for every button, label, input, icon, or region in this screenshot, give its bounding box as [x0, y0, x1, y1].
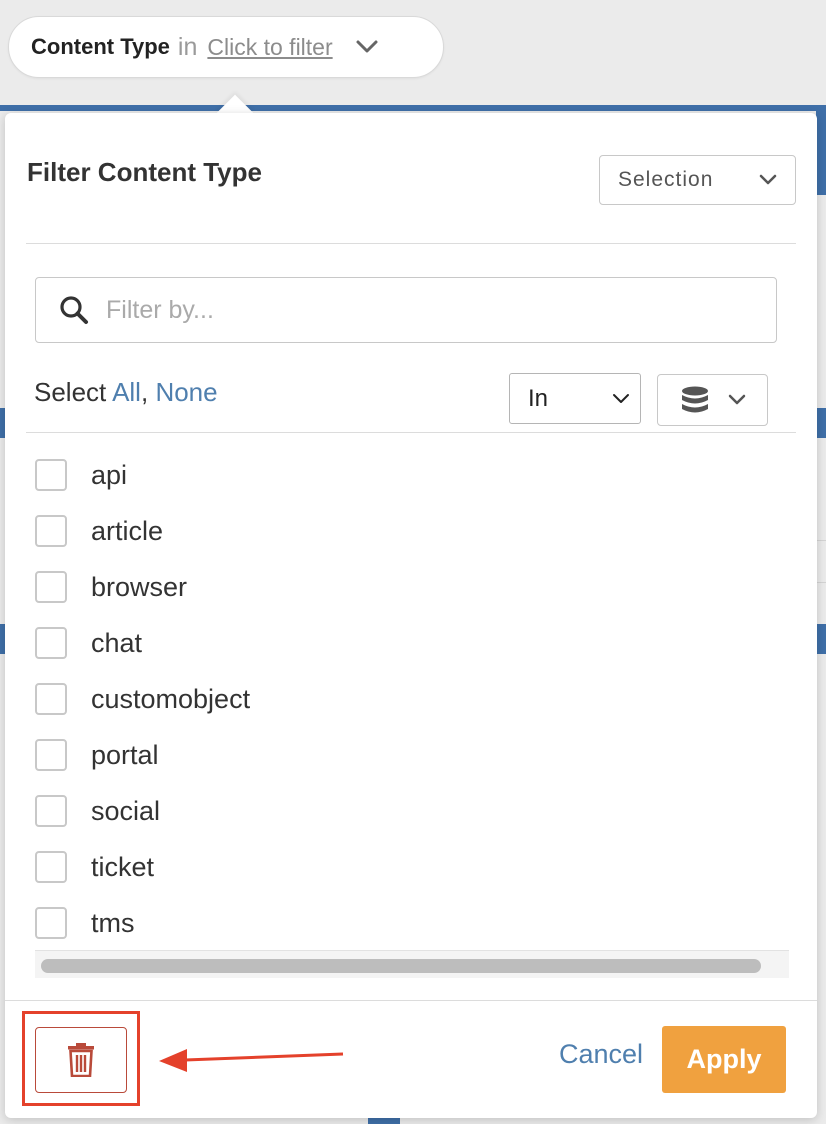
background-bar [0, 105, 826, 111]
header-divider [26, 243, 796, 244]
item-label: portal [91, 739, 159, 770]
filter-popover: Filter Content Type Selection Select All… [5, 113, 817, 1118]
select-separator: , [140, 377, 149, 407]
footer-divider [5, 1000, 817, 1001]
filter-field-label: Content Type [31, 34, 170, 59]
item-label: browser [91, 571, 188, 602]
scrollbar-thumb[interactable] [41, 959, 761, 973]
list-item[interactable]: customobject [33, 671, 789, 727]
item-checkbox[interactable] [35, 571, 67, 603]
background-bar [816, 624, 826, 654]
trash-icon [68, 1043, 94, 1077]
list-item[interactable]: portal [33, 727, 789, 783]
select-none-link[interactable]: None [155, 377, 217, 407]
popover-title: Filter Content Type [27, 157, 262, 187]
list-item[interactable]: social [33, 783, 789, 839]
item-label: customobject [91, 683, 251, 714]
list-item[interactable]: ticket [33, 839, 789, 895]
background-bar [816, 111, 826, 195]
item-label: chat [91, 627, 143, 658]
filter-operator-word: in [177, 32, 198, 61]
item-checkbox[interactable] [35, 627, 67, 659]
cancel-button[interactable]: Cancel [559, 1039, 643, 1070]
select-prefix: Select [34, 377, 107, 407]
content-type-filter-pill[interactable]: Content Type in Click to filter [8, 16, 444, 78]
select-all-none: Select All, None [34, 377, 218, 408]
data-source-button[interactable] [657, 374, 768, 426]
item-checkbox[interactable] [35, 683, 67, 715]
item-checkbox[interactable] [35, 851, 67, 883]
apply-button[interactable]: Apply [662, 1026, 786, 1093]
list-item[interactable]: tms [33, 895, 789, 951]
click-to-filter-link[interactable]: Click to filter [207, 34, 332, 61]
mode-select[interactable]: Selection [599, 155, 796, 205]
search-box[interactable] [35, 277, 777, 343]
delete-filter-button[interactable] [35, 1027, 127, 1093]
background-bar [816, 408, 826, 438]
list-item[interactable]: browser [33, 559, 789, 615]
background-divider [816, 582, 826, 583]
operator-select[interactable]: In [509, 373, 641, 424]
chevron-down-icon[interactable] [355, 39, 379, 55]
horizontal-scrollbar[interactable] [35, 950, 789, 978]
database-icon [681, 386, 708, 413]
background-bar [368, 1118, 400, 1124]
item-checkbox[interactable] [35, 907, 67, 939]
arrow-left-icon [159, 1049, 344, 1072]
search-input[interactable] [106, 295, 746, 325]
item-label: api [91, 459, 128, 490]
item-label: ticket [91, 851, 155, 882]
item-label: social [91, 795, 161, 826]
item-label: tms [91, 907, 135, 938]
search-icon [60, 296, 88, 324]
item-label: article [91, 515, 164, 546]
operator-select-value: In [528, 384, 549, 412]
item-checkbox[interactable] [35, 739, 67, 771]
chevron-down-icon [759, 174, 777, 185]
list-item[interactable]: article [33, 503, 789, 559]
list-divider [26, 432, 796, 433]
select-all-link[interactable]: All [112, 377, 141, 407]
mode-select-value: Selection [618, 168, 714, 191]
option-list: api article browser chat customobject po… [33, 447, 789, 951]
list-item[interactable]: chat [33, 615, 789, 671]
item-checkbox[interactable] [35, 795, 67, 827]
item-checkbox[interactable] [35, 459, 67, 491]
list-item[interactable]: api [33, 447, 789, 503]
item-checkbox[interactable] [35, 515, 67, 547]
chevron-down-icon [613, 393, 629, 403]
chevron-down-icon [728, 394, 745, 405]
background-divider [816, 540, 826, 541]
